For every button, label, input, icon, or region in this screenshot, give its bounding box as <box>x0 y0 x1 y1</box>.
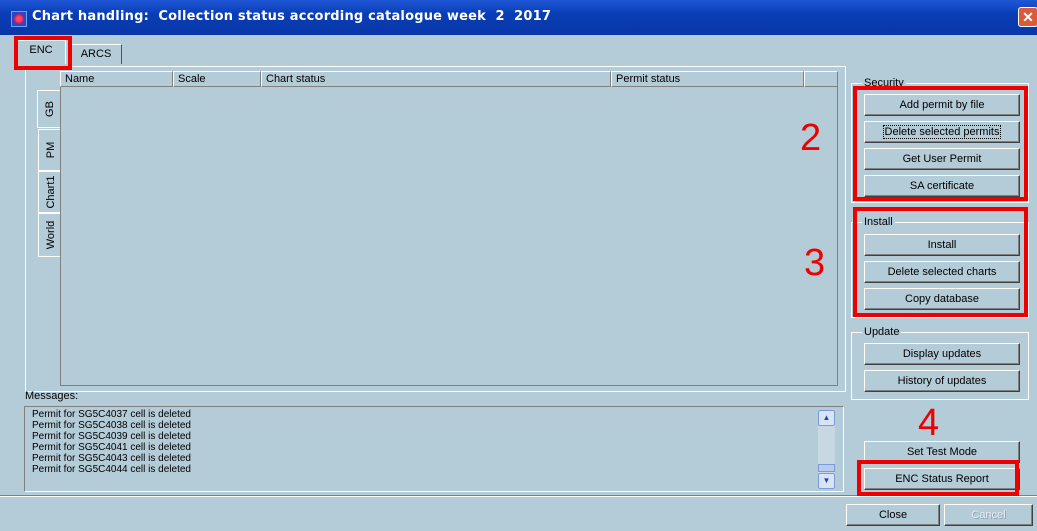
side-tab-chart1-label: Chart1 <box>44 175 57 209</box>
install-group-label: Install <box>862 216 895 228</box>
history-of-updates-button[interactable]: History of updates <box>864 370 1020 392</box>
window-title: Chart handling: Collection status accord… <box>32 9 552 24</box>
message-line: Permit for SG5C4044 cell is deleted <box>32 464 191 475</box>
add-permit-by-file-label: Add permit by file <box>899 99 985 111</box>
delete-selected-charts-button[interactable]: Delete selected charts <box>864 261 1020 283</box>
side-tab-pm-label: PM <box>44 141 57 159</box>
tab-arcs-label: ARCS <box>80 48 112 60</box>
delete-selected-permits-button[interactable]: Delete selected permits <box>864 121 1020 143</box>
scroll-down-icon[interactable]: ▼ <box>818 473 835 489</box>
annotation-number-4: 4 <box>918 402 940 444</box>
update-group-label: Update <box>862 326 902 338</box>
column-header-blank <box>804 71 838 87</box>
set-test-mode-button[interactable]: Set Test Mode <box>864 441 1020 463</box>
copy-database-button[interactable]: Copy database <box>864 288 1020 310</box>
get-user-permit-label: Get User Permit <box>902 153 982 165</box>
scroll-up-icon[interactable]: ▲ <box>818 410 835 426</box>
column-header-name-label: Name <box>65 73 95 85</box>
column-header-permit-status-label: Permit status <box>616 73 681 85</box>
get-user-permit-button[interactable]: Get User Permit <box>864 148 1020 170</box>
tab-enc[interactable]: ENC <box>16 40 66 64</box>
column-header-chart-status-label: Chart status <box>266 73 326 85</box>
sa-certificate-label: SA certificate <box>909 180 975 192</box>
footer-separator <box>0 495 1037 497</box>
enc-status-report-label: ENC Status Report <box>895 473 989 485</box>
column-header-chart-status[interactable]: Chart status <box>261 71 611 87</box>
column-header-scale[interactable]: Scale <box>173 71 261 87</box>
display-updates-button[interactable]: Display updates <box>864 343 1020 365</box>
column-header-scale-label: Scale <box>178 73 206 85</box>
set-test-mode-label: Set Test Mode <box>906 446 978 458</box>
message-line: Permit for SG5C4041 cell is deleted <box>32 442 191 453</box>
close-label: Close <box>878 509 908 521</box>
tab-enc-label: ENC <box>29 44 53 56</box>
side-tab-chart1[interactable]: Chart1 <box>38 171 62 213</box>
install-label: Install <box>927 239 957 251</box>
message-line: Permit for SG5C4043 cell is deleted <box>32 453 191 464</box>
message-line: Permit for SG5C4039 cell is deleted <box>32 431 191 442</box>
messages-scrollbar[interactable]: ▲ ▼ <box>818 410 835 489</box>
side-tab-gb-label: GB <box>43 101 56 117</box>
display-updates-label: Display updates <box>902 348 982 360</box>
security-group-label: Security <box>862 77 906 89</box>
messages-label: Messages: <box>25 390 79 402</box>
add-permit-by-file-button[interactable]: Add permit by file <box>864 94 1020 116</box>
annotation-number-3: 3 <box>804 242 826 284</box>
close-button[interactable]: Close <box>846 504 940 526</box>
sa-certificate-button[interactable]: SA certificate <box>864 175 1020 197</box>
message-line: Permit for SG5C4038 cell is deleted <box>32 420 191 431</box>
side-tab-gb[interactable]: GB <box>37 90 61 128</box>
close-window-button[interactable]: ✕ <box>1018 7 1037 27</box>
history-of-updates-label: History of updates <box>897 375 987 387</box>
scroll-thumb[interactable] <box>818 464 835 472</box>
cancel-button: Cancel <box>944 504 1033 526</box>
install-button[interactable]: Install <box>864 234 1020 256</box>
column-header-name[interactable]: Name <box>60 71 173 87</box>
delete-selected-permits-label: Delete selected permits <box>882 125 1002 139</box>
column-header-permit-status[interactable]: Permit status <box>611 71 804 87</box>
annotation-number-2: 2 <box>800 117 822 159</box>
messages-box[interactable]: Permit for SG5C4037 cell is deleted Perm… <box>24 406 844 492</box>
message-line: Permit for SG5C4037 cell is deleted <box>32 409 191 420</box>
chart-list[interactable] <box>60 71 838 386</box>
enc-status-report-button[interactable]: ENC Status Report <box>864 468 1020 490</box>
app-icon <box>11 11 27 27</box>
copy-database-label: Copy database <box>905 293 979 305</box>
title-bar: Chart handling: Collection status accord… <box>0 0 1037 35</box>
side-tab-world-label: World <box>44 220 57 250</box>
side-tab-pm[interactable]: PM <box>38 129 62 171</box>
tab-arcs[interactable]: ARCS <box>70 44 122 64</box>
delete-selected-charts-label: Delete selected charts <box>887 266 997 278</box>
side-tab-world[interactable]: World <box>38 213 62 257</box>
cancel-label: Cancel <box>971 509 1006 521</box>
